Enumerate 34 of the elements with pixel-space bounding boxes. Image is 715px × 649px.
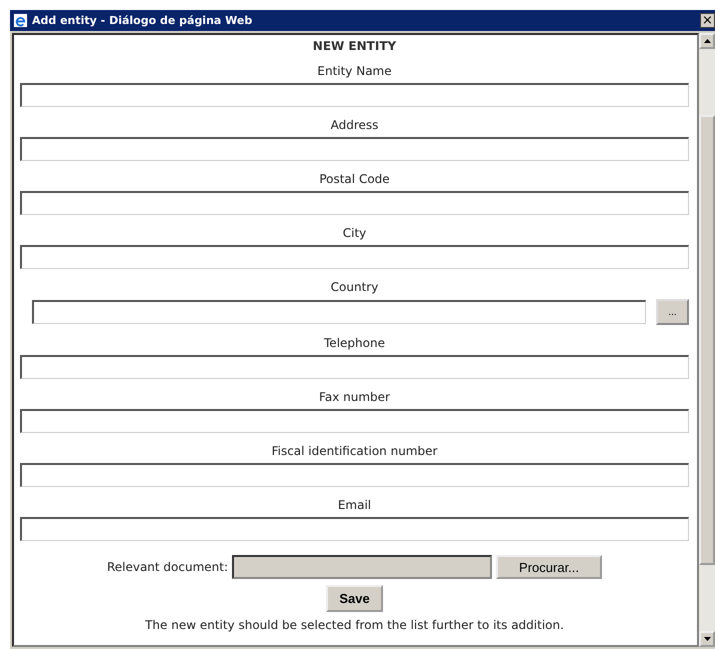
field-label: Fax number: [319, 390, 390, 404]
input-field[interactable]: [20, 409, 689, 433]
info-note: The new entity should be selected from the list further to its addition.: [145, 618, 564, 632]
document-label: Relevant document:: [106, 560, 228, 574]
input-field[interactable]: [20, 463, 689, 487]
field-label: Postal Code: [319, 172, 390, 186]
field-label: Country: [330, 280, 378, 294]
scroll-up-button[interactable]: [699, 33, 715, 49]
browser-icon: [13, 13, 28, 28]
scroll-down-button[interactable]: [699, 631, 715, 647]
file-field[interactable]: [232, 555, 492, 579]
field-label: City: [342, 226, 366, 240]
field-label: Entity Name: [317, 64, 392, 78]
input-field[interactable]: [20, 191, 689, 215]
form-heading: NEW ENTITY: [312, 39, 396, 53]
field-label: Telephone: [324, 336, 385, 350]
field-label: Email: [338, 498, 372, 512]
input-field[interactable]: [20, 517, 689, 541]
input-field[interactable]: [20, 83, 689, 107]
field-label: Fiscal identification number: [272, 444, 438, 458]
scrollbar[interactable]: [699, 33, 715, 647]
scroll-thumb[interactable]: [699, 115, 715, 565]
input-field[interactable]: [20, 355, 689, 379]
input-field[interactable]: [20, 245, 689, 269]
window-title: Add entity - Diálogo de página Web: [32, 14, 254, 27]
input-field[interactable]: [20, 137, 689, 161]
input-field[interactable]: [32, 300, 646, 324]
up-arrow-icon: [704, 39, 710, 43]
browse-button[interactable]: Procurar...: [496, 555, 602, 579]
field-label: Address: [330, 118, 378, 132]
save-button[interactable]: Save: [326, 585, 383, 612]
lookup-button[interactable]: ...: [656, 299, 689, 325]
close-button[interactable]: ×: [700, 13, 715, 28]
down-arrow-icon: [704, 637, 710, 641]
